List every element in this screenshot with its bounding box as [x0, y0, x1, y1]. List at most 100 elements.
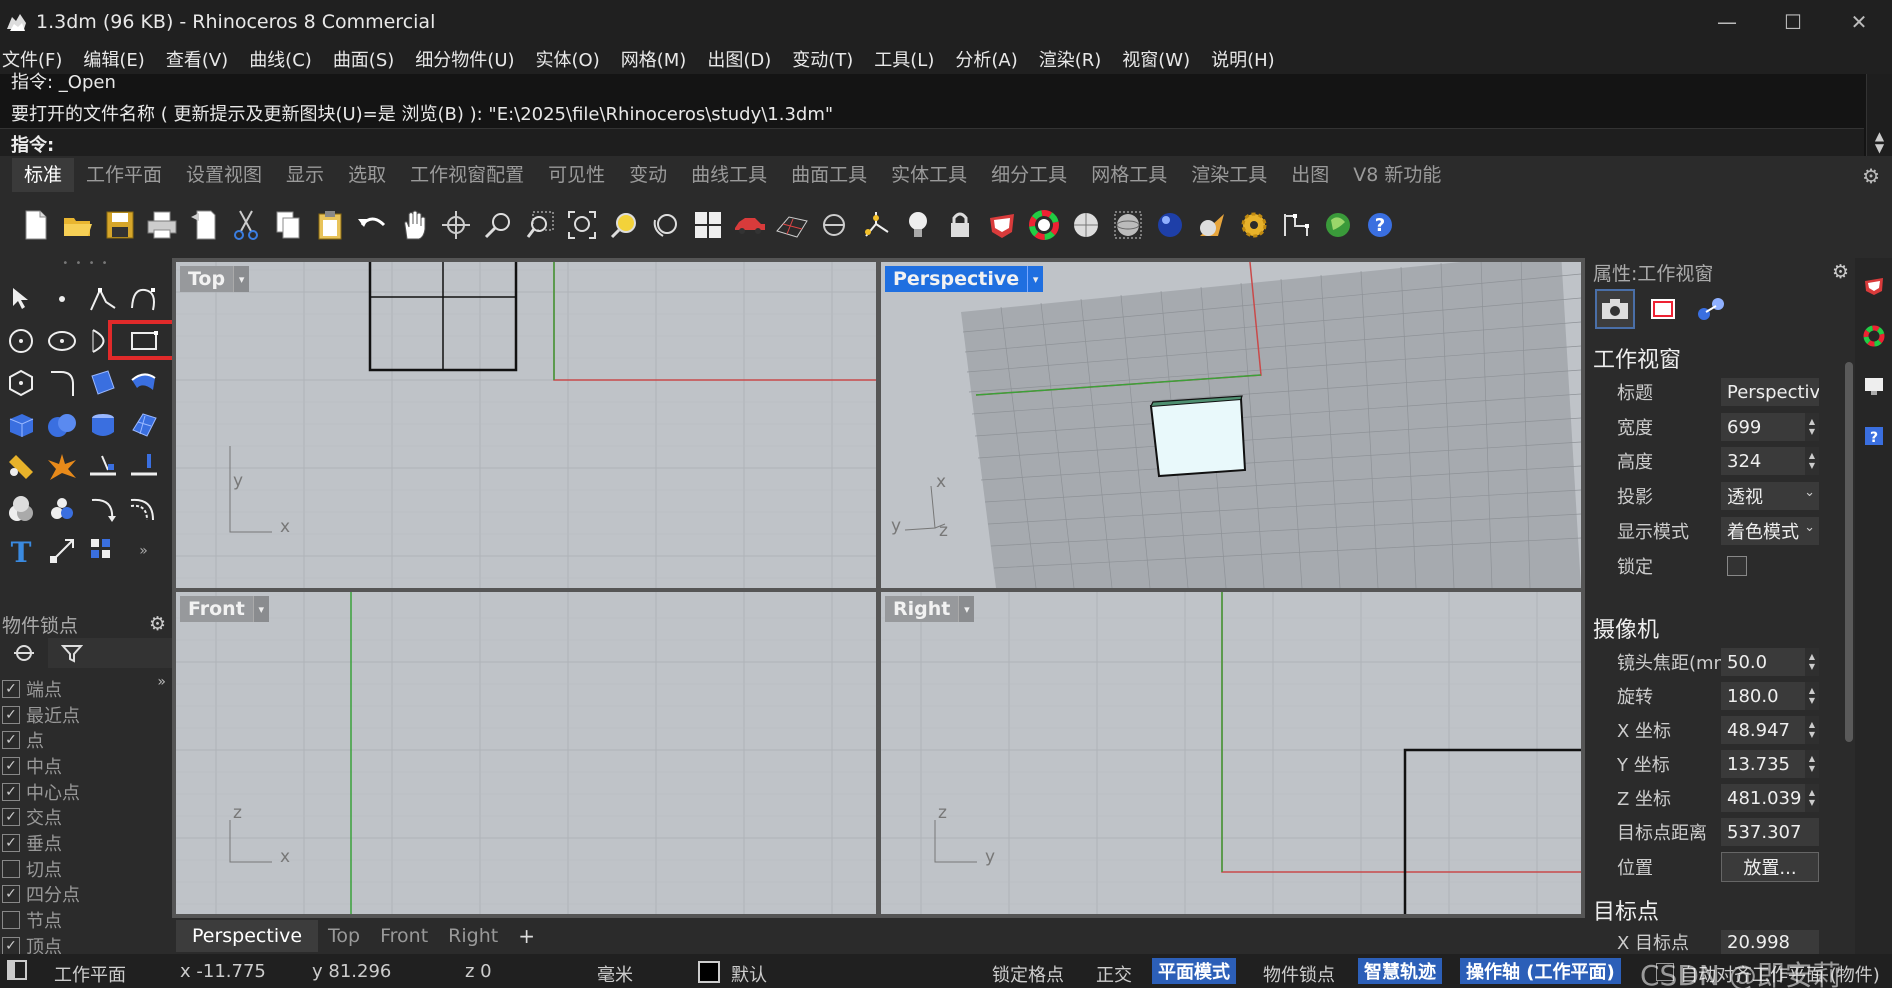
menu-help[interactable]: 说明(H): [1211, 46, 1275, 72]
gear-icon[interactable]: ⚙: [149, 613, 166, 635]
add-viewport-icon[interactable]: +: [508, 924, 545, 948]
filter-icon[interactable]: [48, 638, 96, 668]
tab-subd-tools[interactable]: 细分工具: [979, 158, 1079, 192]
rotate-camera-icon[interactable]: [646, 205, 686, 245]
tab-set-view[interactable]: 设置视图: [174, 158, 274, 192]
spinner-icon[interactable]: ▲ ▼: [1805, 648, 1819, 676]
panel-toggle-icon[interactable]: [6, 959, 28, 986]
sphere-tool-icon[interactable]: [41, 404, 82, 446]
tab-display[interactable]: 显示: [274, 158, 336, 192]
osnap-checkbox[interactable]: ✓: [2, 885, 20, 904]
chevron-down-icon[interactable]: ▾: [1027, 266, 1044, 292]
osnap-item[interactable]: ✓ 交点: [0, 804, 80, 830]
spinner-icon[interactable]: ▲ ▼: [1805, 682, 1819, 710]
axes-icon[interactable]: [856, 205, 896, 245]
osnap-item[interactable]: ✓ 垂点: [0, 830, 80, 856]
gear-settings-icon[interactable]: [1234, 205, 1274, 245]
spinner-icon[interactable]: ▲ ▼: [1805, 413, 1819, 441]
sweep-tool-icon[interactable]: [123, 362, 164, 404]
rotate-view-icon[interactable]: [436, 205, 476, 245]
osnap-item[interactable]: ✓ 四分点: [0, 882, 80, 908]
prop-focal-field[interactable]: 50.0 ▲ ▼: [1721, 648, 1819, 676]
surface-tool-icon[interactable]: [82, 362, 123, 404]
minimize-button[interactable]: —: [1694, 0, 1760, 44]
osnap-checkbox[interactable]: ✓: [2, 731, 20, 750]
spinner-icon[interactable]: ▲ ▼: [1805, 716, 1819, 744]
fillet-tool-icon[interactable]: [41, 362, 82, 404]
tab-visibility[interactable]: 可见性: [536, 158, 617, 192]
viewport-perspective[interactable]: x y z Perspective ▾: [881, 262, 1581, 588]
lock-icon[interactable]: [940, 205, 980, 245]
sphere-gold-icon[interactable]: [1192, 205, 1232, 245]
sphere-shaded-icon[interactable]: [1066, 205, 1106, 245]
osnap-item[interactable]: 节点: [0, 907, 80, 933]
cylinder-tool-icon[interactable]: [82, 404, 123, 446]
car-icon[interactable]: [730, 205, 770, 245]
command-scrollbar[interactable]: ▲ ▼: [1866, 74, 1892, 156]
zoom-icon[interactable]: [478, 205, 518, 245]
viewport-title-top[interactable]: Top: [180, 268, 233, 290]
osnap-checkbox[interactable]: ✓: [2, 808, 20, 827]
circle-tool-icon[interactable]: [0, 320, 41, 362]
status-grid-snap[interactable]: 锁定格点: [992, 961, 1064, 987]
tab-mesh-tools[interactable]: 网格工具: [1079, 158, 1179, 192]
light-bulb-icon[interactable]: [898, 205, 938, 245]
curve-tool-icon[interactable]: [123, 278, 164, 320]
print-icon[interactable]: [142, 205, 182, 245]
maximize-button[interactable]: ☐: [1760, 0, 1826, 44]
pan-hand-icon[interactable]: [394, 205, 434, 245]
viewport-title-perspective[interactable]: Perspective: [885, 268, 1027, 290]
box-tool-icon[interactable]: [0, 404, 41, 446]
menu-subd[interactable]: 细分物件(U): [415, 46, 514, 72]
spinner-icon[interactable]: ▲ ▼: [1805, 750, 1819, 778]
text-tool-icon[interactable]: T: [0, 530, 41, 572]
tab-transform[interactable]: 变动: [617, 158, 679, 192]
viewport-tab-perspective[interactable]: Perspective: [176, 920, 319, 952]
prop-z-field[interactable]: 481.039 ▲ ▼: [1721, 784, 1819, 812]
viewport-tab-front[interactable]: Front: [370, 920, 438, 952]
globe-icon[interactable]: [1318, 205, 1358, 245]
scale-tool-icon[interactable]: [41, 530, 82, 572]
place-button[interactable]: 放置...: [1721, 852, 1819, 882]
boolean-tool-icon[interactable]: [0, 488, 41, 530]
osnap-item[interactable]: ✓ 中心点: [0, 779, 80, 805]
open-file-icon[interactable]: [58, 205, 98, 245]
four-viewports-icon[interactable]: [688, 205, 728, 245]
osnap-checkbox[interactable]: ✓: [2, 833, 20, 852]
status-layer[interactable]: 默认: [731, 961, 767, 987]
scroll-down-icon[interactable]: ▼: [1867, 142, 1892, 154]
color-wheel-icon[interactable]: [1855, 314, 1892, 358]
tab-render-tools[interactable]: 渲染工具: [1179, 158, 1279, 192]
offset-tool-icon[interactable]: [123, 488, 164, 530]
chevron-down-icon[interactable]: ▾: [958, 596, 975, 622]
viewport-top[interactable]: y x Top ▾: [176, 262, 876, 588]
transform-tool-icon[interactable]: [0, 446, 41, 488]
array-tool-icon[interactable]: [82, 530, 123, 572]
menu-tools[interactable]: 工具(L): [874, 46, 934, 72]
cut-icon[interactable]: [226, 205, 266, 245]
prop-lock-checkbox[interactable]: [1727, 556, 1747, 576]
more-tools-icon[interactable]: »: [123, 530, 164, 572]
osnap-item[interactable]: ✓ 端点: [0, 676, 80, 702]
help-panel-icon[interactable]: ?: [1855, 414, 1892, 458]
prop-title-field[interactable]: Perspective: [1721, 378, 1819, 406]
menu-transform[interactable]: 变动(T): [792, 46, 853, 72]
chevron-down-icon[interactable]: ▾: [233, 266, 250, 292]
prop-projection-select[interactable]: 透视 ⌄: [1721, 482, 1819, 510]
prop-height-field[interactable]: 324 ▲ ▼: [1721, 447, 1819, 475]
command-prompt[interactable]: 指令:: [0, 128, 1864, 156]
group-tool-icon[interactable]: [41, 488, 82, 530]
gear-icon[interactable]: ⚙: [1832, 261, 1849, 283]
osnap-checkbox[interactable]: ✓: [2, 782, 20, 801]
osnap-checkbox[interactable]: [2, 911, 20, 930]
tab-v8-new[interactable]: V8 新功能: [1341, 158, 1453, 192]
prop-width-field[interactable]: 699 ▲ ▼: [1721, 413, 1819, 441]
material-tag-icon[interactable]: [1855, 264, 1892, 308]
camera-icon[interactable]: [1595, 289, 1635, 329]
save-icon[interactable]: [100, 205, 140, 245]
undo-icon[interactable]: [352, 205, 392, 245]
help-icon[interactable]: ?: [1360, 205, 1400, 245]
sphere-wire-icon[interactable]: [1108, 205, 1148, 245]
tab-viewport-layout[interactable]: 工作视窗配置: [398, 158, 536, 192]
viewport-tab-top[interactable]: Top: [318, 920, 370, 952]
